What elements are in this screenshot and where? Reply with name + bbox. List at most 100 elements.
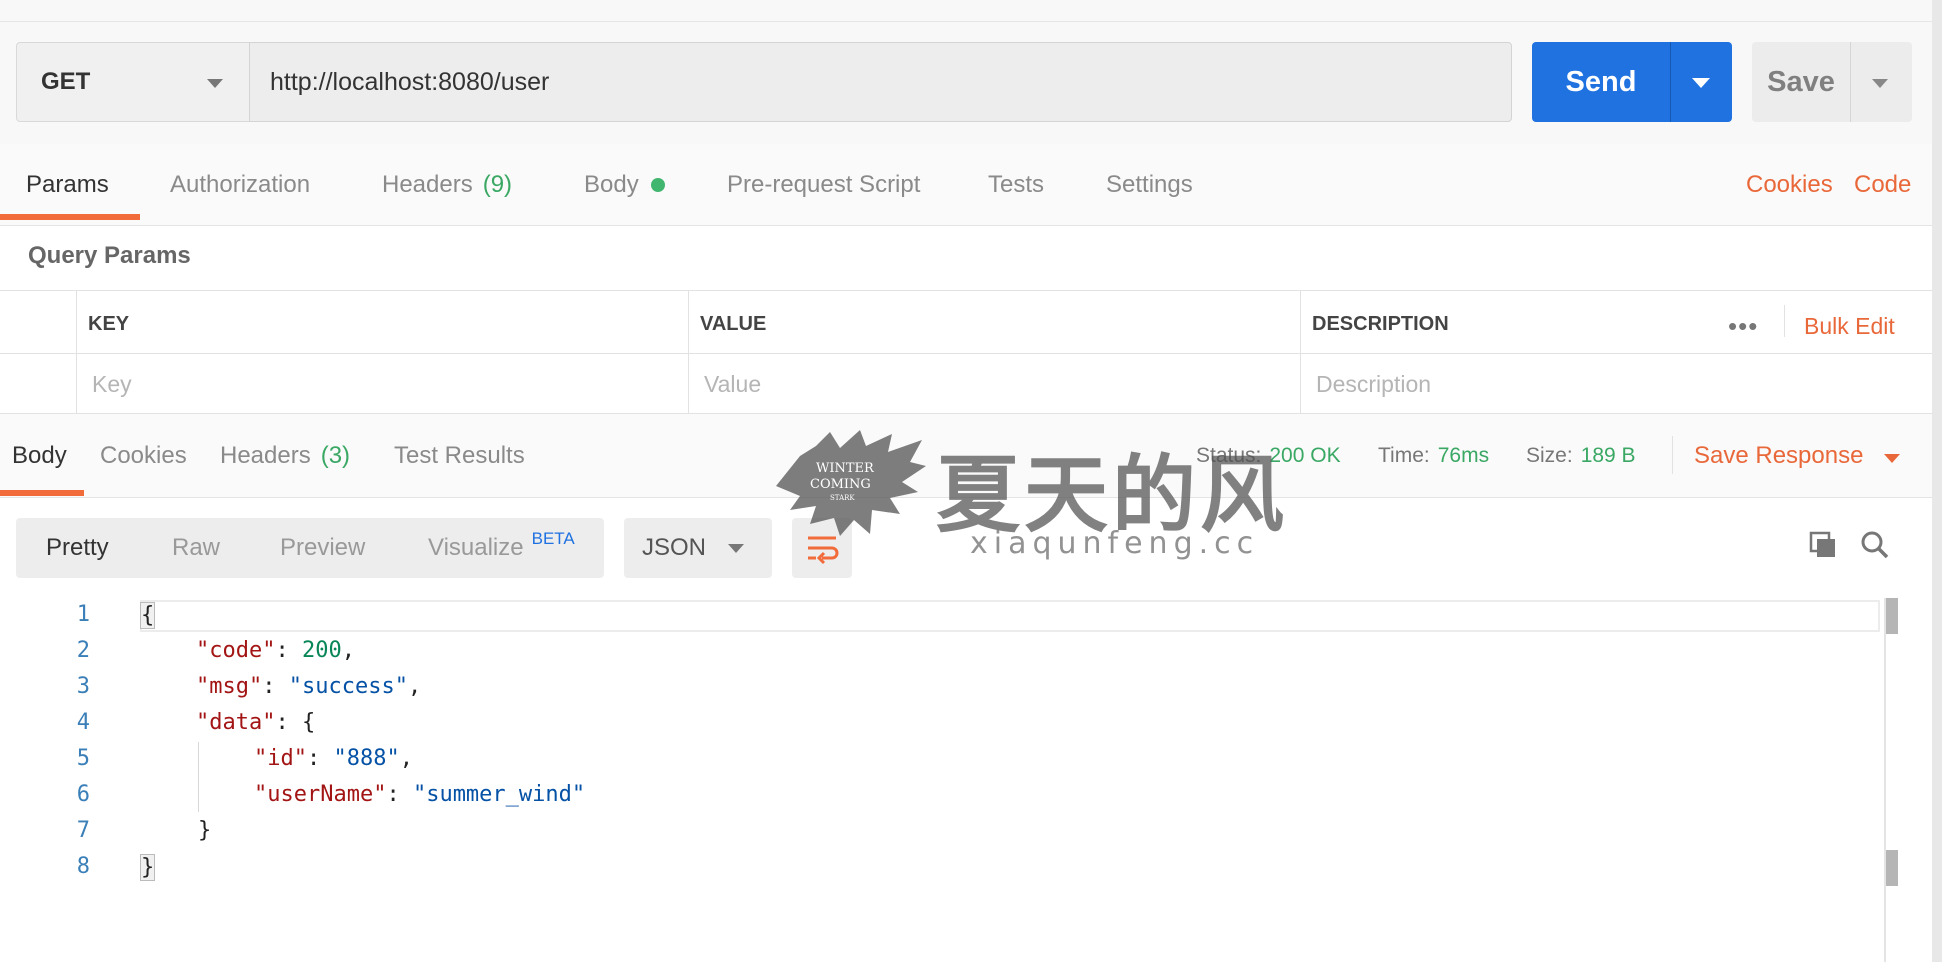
language-label: JSON bbox=[642, 534, 707, 561]
code-link[interactable]: Code bbox=[1854, 144, 1911, 226]
query-params-table: KEY VALUE DESCRIPTION ••• Bulk Edit Key … bbox=[0, 290, 1932, 415]
send-button[interactable]: Send bbox=[1532, 42, 1732, 122]
window-edge bbox=[1932, 0, 1942, 962]
cookies-link[interactable]: Cookies bbox=[1746, 144, 1833, 226]
column-header-description: DESCRIPTION bbox=[1312, 313, 1449, 335]
json-key: "data" bbox=[196, 710, 276, 735]
save-label: Save bbox=[1767, 65, 1835, 98]
tab-label: Test Results bbox=[394, 442, 525, 469]
active-line-highlight bbox=[140, 600, 1880, 632]
copy-icon[interactable] bbox=[1808, 530, 1838, 560]
json-string: "success" bbox=[288, 674, 408, 699]
time-label: Time: bbox=[1378, 444, 1430, 467]
response-tab-body[interactable]: Body bbox=[12, 414, 67, 498]
response-body-viewer[interactable]: 1 2 3 4 5 6 7 8 { "code": 200, "msg": "s… bbox=[0, 598, 1932, 962]
description-input[interactable]: Description bbox=[1316, 371, 1431, 398]
column-divider bbox=[688, 291, 689, 415]
tab-label: Body bbox=[12, 442, 67, 469]
tab-settings[interactable]: Settings bbox=[1106, 144, 1193, 226]
indent-guide bbox=[198, 742, 199, 812]
response-tab-cookies[interactable]: Cookies bbox=[100, 414, 187, 498]
watermark-wolf-logo: WINTER COMING STARK bbox=[776, 430, 926, 536]
active-tab-underline bbox=[0, 214, 140, 220]
save-button[interactable]: Save bbox=[1752, 42, 1912, 122]
line-number: 5 bbox=[76, 746, 90, 771]
tab-label: Authorization bbox=[170, 171, 311, 198]
json-key: "id" bbox=[254, 746, 307, 771]
code-line-2: "code": 200, bbox=[196, 638, 355, 663]
tab-label: Headers bbox=[220, 442, 311, 469]
line-number: 4 bbox=[76, 710, 90, 735]
close-brace: } bbox=[198, 818, 212, 843]
tab-body[interactable]: Body bbox=[584, 144, 665, 226]
scrollbar-marker bbox=[1886, 598, 1898, 634]
format-group: Pretty Raw Preview Visualize BETA bbox=[16, 518, 604, 578]
json-key: "code" bbox=[196, 638, 276, 663]
chevron-down-icon[interactable] bbox=[1884, 454, 1900, 463]
save-options-icon[interactable] bbox=[1872, 79, 1888, 88]
headers-count: (3) bbox=[320, 442, 351, 469]
line-number: 3 bbox=[76, 674, 90, 699]
tab-authorization[interactable]: Authorization bbox=[170, 144, 310, 226]
send-divider bbox=[1670, 42, 1671, 122]
logo-text-3: STARK bbox=[830, 494, 855, 502]
key-input[interactable]: Key bbox=[92, 371, 132, 398]
code-line-6: "userName": "summer_wind" bbox=[254, 782, 586, 807]
size-stat: Size: 189 B bbox=[1526, 444, 1636, 468]
close-brace: } bbox=[140, 854, 156, 881]
json-key: "userName" bbox=[254, 782, 387, 807]
row-divider bbox=[0, 353, 1932, 354]
format-raw[interactable]: Raw bbox=[172, 518, 220, 578]
line-number: 2 bbox=[76, 638, 90, 663]
format-visualize[interactable]: Visualize BETA bbox=[428, 518, 575, 578]
code-line-1: { bbox=[140, 602, 156, 629]
tab-headers[interactable]: Headers (9) bbox=[382, 144, 512, 226]
visualize-label: Visualize bbox=[428, 534, 524, 561]
language-select[interactable]: JSON bbox=[624, 518, 772, 578]
send-label: Send bbox=[1565, 65, 1637, 98]
save-response-button[interactable]: Save Response bbox=[1694, 442, 1863, 470]
format-preview[interactable]: Preview bbox=[280, 518, 365, 578]
method-select[interactable]: GET bbox=[16, 42, 250, 122]
response-tab-headers[interactable]: Headers (3) bbox=[220, 414, 350, 498]
json-string: "888" bbox=[333, 746, 400, 771]
request-tabs: Params Authorization Headers (9) Body Pr… bbox=[0, 144, 1942, 226]
vertical-scrollbar[interactable] bbox=[1884, 598, 1886, 962]
method-label: GET bbox=[41, 68, 91, 95]
tab-tests[interactable]: Tests bbox=[988, 144, 1044, 226]
search-icon[interactable] bbox=[1860, 530, 1890, 560]
more-options-icon[interactable]: ••• bbox=[1728, 311, 1758, 342]
tab-label: Tests bbox=[988, 171, 1045, 198]
bulk-divider bbox=[1784, 305, 1785, 337]
scrollbar-marker bbox=[1886, 850, 1898, 886]
watermark-url: xiaqunfeng.cc bbox=[970, 526, 1260, 561]
stats-divider bbox=[1672, 436, 1673, 474]
line-number: 7 bbox=[76, 818, 90, 843]
tab-label: Pre-request Script bbox=[727, 171, 921, 198]
chevron-down-icon bbox=[728, 544, 744, 553]
tab-pre-request-script[interactable]: Pre-request Script bbox=[727, 144, 920, 226]
active-response-tab-underline bbox=[0, 490, 84, 496]
column-header-value: VALUE bbox=[700, 313, 767, 335]
url-input[interactable]: http://localhost:8080/user bbox=[249, 42, 1512, 122]
send-options-icon[interactable] bbox=[1692, 78, 1710, 88]
headers-count: (9) bbox=[482, 171, 513, 198]
beta-badge: BETA bbox=[531, 529, 575, 548]
chevron-down-icon bbox=[207, 79, 223, 88]
json-key: "msg" bbox=[196, 674, 263, 699]
url-value: http://localhost:8080/user bbox=[270, 67, 550, 96]
request-bar: GET http://localhost:8080/user Send Save bbox=[0, 22, 1942, 144]
response-tab-test-results[interactable]: Test Results bbox=[394, 414, 525, 498]
bulk-edit-link[interactable]: Bulk Edit bbox=[1804, 313, 1895, 340]
size-value: 189 B bbox=[1580, 444, 1636, 467]
save-divider bbox=[1850, 42, 1851, 122]
tab-label: Cookies bbox=[100, 442, 187, 469]
column-divider bbox=[76, 291, 77, 415]
code-line-8: } bbox=[140, 854, 156, 881]
code-line-7: } bbox=[198, 818, 211, 843]
column-header-key: KEY bbox=[88, 313, 130, 335]
value-input[interactable]: Value bbox=[704, 371, 761, 398]
column-divider bbox=[1300, 291, 1301, 415]
format-pretty[interactable]: Pretty bbox=[46, 518, 109, 578]
logo-text-2: COMING bbox=[810, 477, 871, 492]
